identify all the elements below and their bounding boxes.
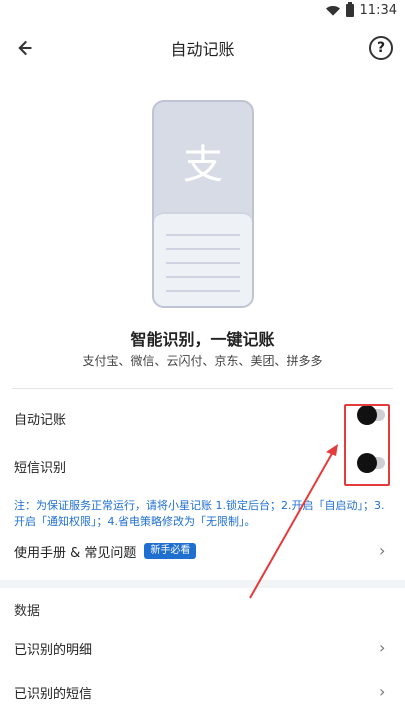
setting-row-sms: 短信识别 <box>14 450 391 482</box>
alipay-logo-icon: 支 <box>183 142 223 188</box>
phone-screen <box>154 212 252 306</box>
text-line <box>166 234 240 236</box>
recognized-sms-label: 已识别的短信 <box>14 686 93 702</box>
headline: 智能识别，一键记账 <box>130 330 275 349</box>
status-right: 11:34 <box>325 2 397 18</box>
battery-icon <box>345 2 354 17</box>
text-line <box>166 276 240 278</box>
sms-label: 短信识别 <box>14 460 67 476</box>
app-bar: 自动记账 ? <box>0 24 405 70</box>
auto-label: 自动记账 <box>14 412 67 428</box>
list-item-recognized-sms[interactable]: 已识别的短信 › <box>14 676 391 708</box>
setting-row-auto: 自动记账 <box>14 402 391 434</box>
list-item-recognized-details[interactable]: 已识别的明细 › <box>14 632 391 664</box>
divider <box>12 388 393 389</box>
section-title-data: 数据 <box>14 604 41 619</box>
text-line <box>166 290 240 292</box>
text-line <box>166 248 240 250</box>
recognized-details-label: 已识别的明细 <box>14 642 93 658</box>
status-time: 11:34 <box>359 3 397 18</box>
phone-illustration: 支 <box>152 100 254 308</box>
chevron-right-icon: › <box>379 541 386 560</box>
manual-badge: 新手必看 <box>144 543 197 559</box>
service-note: 注：为保证服务正常运行，请将小星记账 1.锁定后台；2.开启「自启动」；3.开启… <box>14 499 385 528</box>
page-title: 自动记账 <box>170 40 235 59</box>
wifi-icon <box>325 5 340 16</box>
annotation-highlight-box <box>344 404 390 486</box>
section-gap <box>0 580 405 588</box>
manual-label: 使用手册 & 常见问题 <box>14 545 137 561</box>
text-line <box>166 262 240 264</box>
manual-row[interactable]: 使用手册 & 常见问题 新手必看 › <box>14 535 391 567</box>
status-bar: 11:34 <box>0 0 405 24</box>
question-mark-icon: ? <box>376 40 386 56</box>
chevron-right-icon: › <box>379 682 386 701</box>
help-button[interactable]: ? <box>369 36 393 60</box>
supported-sources: 支付宝、微信、云闪付、京东、美团、拼多多 <box>82 354 323 368</box>
chevron-right-icon: › <box>379 638 386 657</box>
